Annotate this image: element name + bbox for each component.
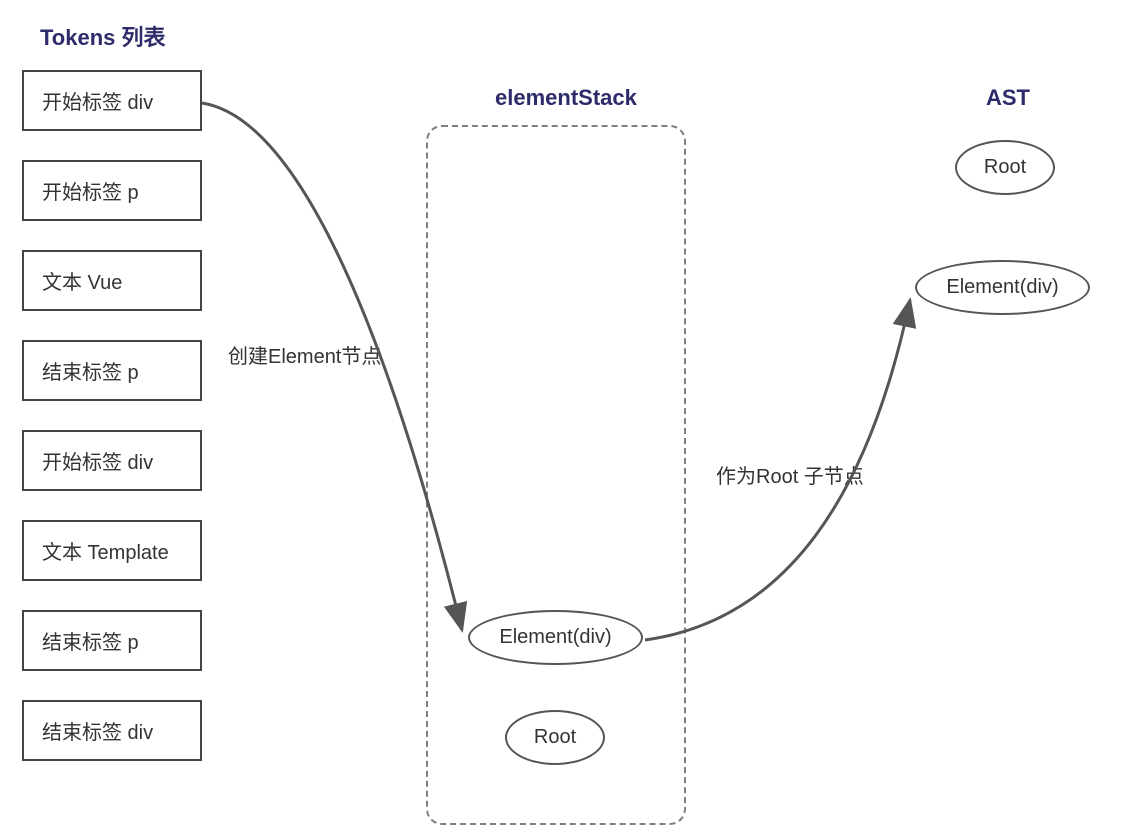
tokens-heading: Tokens 列表	[40, 20, 166, 52]
token-box: 开始标签 div	[22, 70, 202, 131]
ast-element-div: Element(div)	[915, 260, 1090, 315]
token-box: 结束标签 p	[22, 610, 202, 671]
token-box: 开始标签 p	[22, 160, 202, 221]
token-box: 开始标签 div	[22, 430, 202, 491]
ast-heading: AST	[986, 85, 1030, 111]
stack-heading: elementStack	[495, 85, 637, 111]
token-box: 结束标签 div	[22, 700, 202, 761]
token-box: 文本 Template	[22, 520, 202, 581]
stack-element-div: Element(div)	[468, 610, 643, 665]
token-box: 文本 Vue	[22, 250, 202, 311]
stack-root: Root	[505, 710, 605, 765]
token-box: 结束标签 p	[22, 340, 202, 401]
as-root-child-label: 作为Root 子节点	[716, 460, 864, 489]
ast-root: Root	[955, 140, 1055, 195]
create-element-label: 创建Element节点	[228, 340, 381, 369]
